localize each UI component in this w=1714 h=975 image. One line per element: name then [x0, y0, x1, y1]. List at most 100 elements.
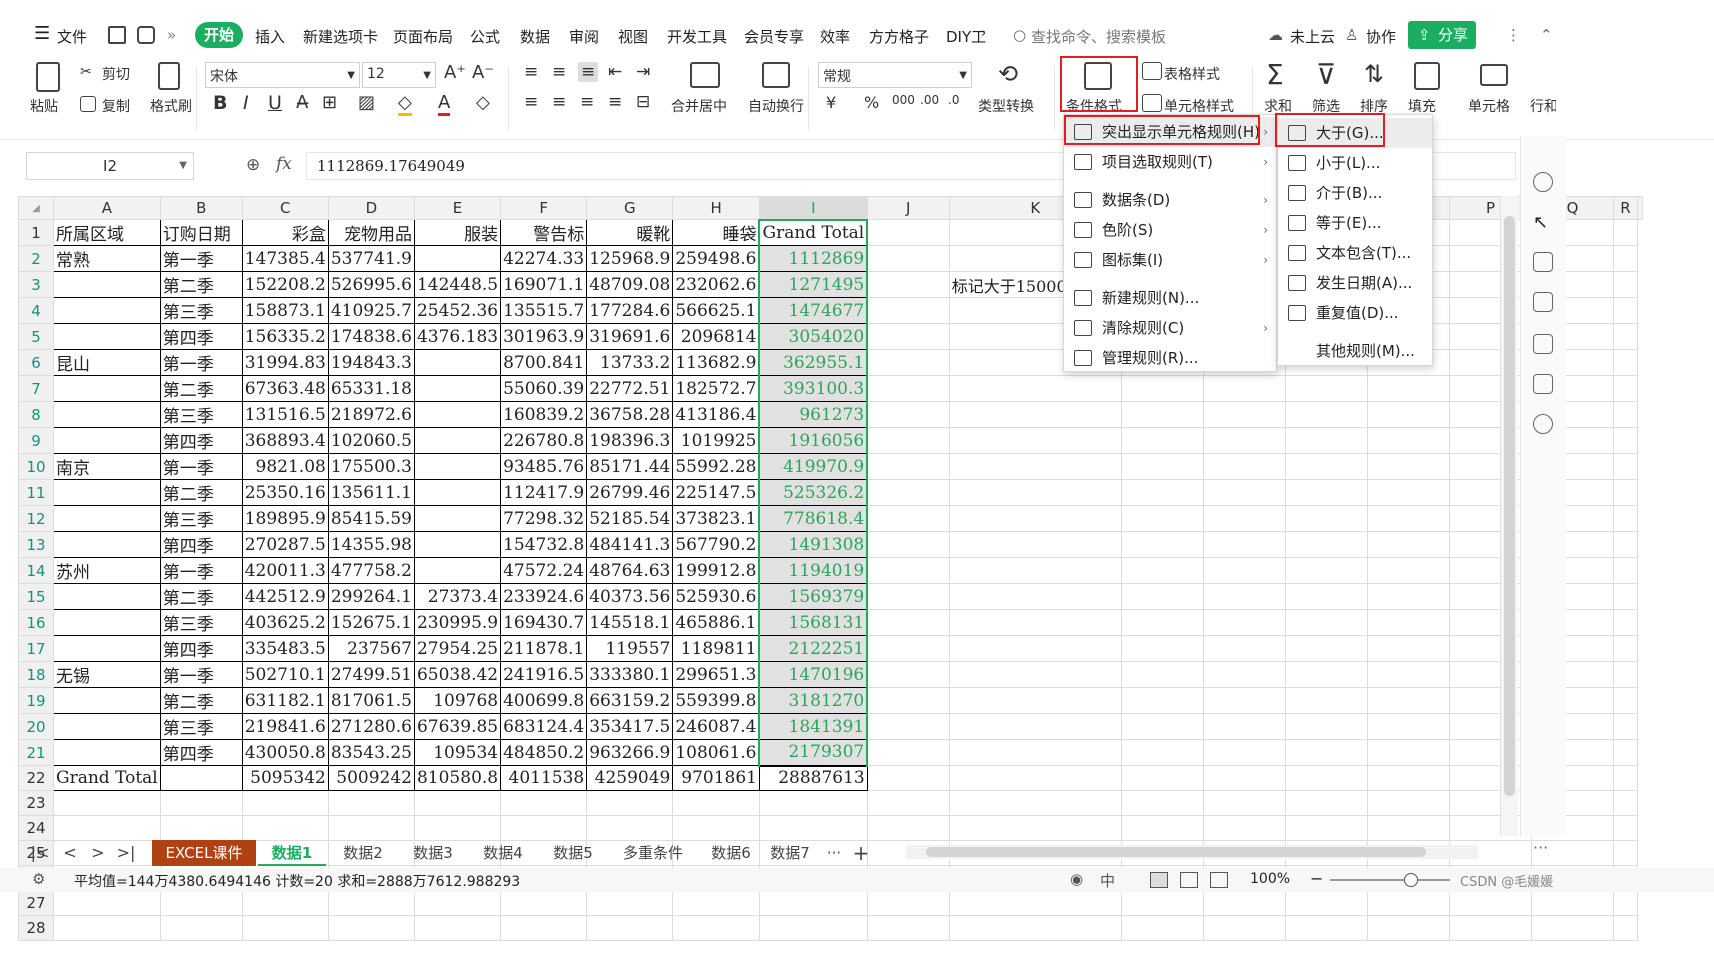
sheet-tab[interactable]: 多重条件 [612, 840, 694, 866]
cell[interactable] [1284, 713, 1368, 740]
cell[interactable]: 8700.841 [500, 349, 588, 376]
column-header[interactable]: D [327, 196, 415, 220]
vertical-scrollbar[interactable] [1500, 196, 1518, 836]
cell[interactable] [1284, 890, 1368, 916]
align-left-icon[interactable]: ≡ [524, 92, 538, 112]
cell[interactable] [1366, 531, 1450, 558]
cell[interactable]: 810580.8 [413, 765, 502, 791]
font-size-select[interactable]: 12 ▼ [362, 62, 436, 88]
cell[interactable]: 225147.5 [672, 479, 760, 506]
cell[interactable] [1366, 375, 1450, 402]
cell[interactable] [586, 915, 674, 941]
cell[interactable]: 第四季 [159, 635, 243, 662]
submenu-item[interactable]: 介于(B)... [1278, 178, 1432, 208]
cell[interactable] [866, 349, 950, 376]
cell[interactable] [866, 661, 950, 688]
cell[interactable]: 1271495 [758, 271, 869, 298]
cell[interactable] [866, 739, 950, 766]
merge-center-button[interactable]: 合并居中 [671, 96, 727, 116]
cell[interactable] [413, 401, 502, 428]
cell[interactable] [53, 890, 161, 916]
cut-icon[interactable]: ✂ [80, 64, 92, 80]
cell[interactable] [1284, 531, 1368, 558]
cell[interactable] [1366, 453, 1450, 480]
cell[interactable]: 48764.63 [586, 557, 674, 584]
compass-icon[interactable] [1533, 414, 1553, 434]
cell[interactable] [53, 401, 161, 428]
cell[interactable]: 230995.9 [413, 609, 502, 636]
cell[interactable] [1284, 739, 1368, 766]
cell[interactable] [866, 915, 950, 941]
cell[interactable] [866, 245, 950, 272]
sheet-tab[interactable]: EXCEL课件 [152, 840, 256, 866]
cell[interactable]: 85171.44 [586, 453, 674, 480]
settings-icon[interactable] [1533, 252, 1553, 272]
cell[interactable] [948, 505, 1122, 532]
scrollbar-thumb[interactable] [926, 847, 1426, 857]
cell[interactable] [1284, 453, 1368, 480]
cell[interactable] [413, 505, 502, 532]
tab-data[interactable]: 数据 [520, 26, 550, 47]
cell[interactable] [1120, 687, 1204, 714]
cell[interactable]: 1470196 [758, 661, 869, 688]
cursor-icon[interactable]: ↖ [1533, 212, 1553, 233]
row-header[interactable]: 21 [18, 739, 54, 766]
sheet-tab[interactable]: 数据6 [700, 840, 762, 866]
cell[interactable]: 3181270 [758, 687, 869, 714]
cell[interactable]: 第三季 [159, 713, 243, 740]
cell[interactable] [866, 505, 950, 532]
cell[interactable] [1120, 401, 1204, 428]
cell[interactable] [948, 583, 1122, 610]
cell[interactable]: 108061.6 [672, 739, 760, 766]
normal-view-icon[interactable] [1150, 872, 1168, 888]
more-sheets-icon[interactable]: ··· [824, 840, 844, 866]
tab-formula[interactable]: 公式 [470, 26, 500, 47]
cell[interactable]: 第四季 [159, 323, 243, 350]
cell[interactable]: 174838.6 [327, 323, 415, 350]
page-break-icon[interactable] [1210, 872, 1228, 888]
cell[interactable]: 154732.8 [500, 531, 588, 558]
tab-home[interactable]: 开始 [195, 22, 243, 48]
cell[interactable] [1202, 401, 1286, 428]
share-button[interactable]: ⇪ 分享 [1408, 21, 1476, 49]
cell[interactable]: 778618.4 [758, 505, 869, 532]
cell[interactable]: 1194019 [758, 557, 869, 584]
cell[interactable]: 219841.6 [241, 713, 329, 740]
cell[interactable]: 5095342 [241, 765, 329, 791]
cell[interactable]: 410925.7 [327, 297, 415, 324]
cell[interactable] [159, 915, 243, 941]
row-header[interactable]: 28 [18, 915, 54, 941]
cell[interactable] [1366, 790, 1450, 816]
image-icon[interactable] [1533, 334, 1553, 354]
paste-icon[interactable] [36, 62, 60, 92]
align-bottom-icon[interactable]: ≡ [578, 62, 599, 82]
cell[interactable] [1366, 609, 1450, 636]
zoom-slider[interactable] [1330, 879, 1450, 881]
cell[interactable]: 259498.6 [672, 245, 760, 272]
cell[interactable]: 彩盒 [241, 219, 329, 246]
cell[interactable] [327, 890, 415, 916]
cell[interactable]: 85415.59 [327, 505, 415, 532]
underline-button[interactable]: U [268, 92, 282, 114]
sum-icon[interactable]: Σ [1266, 58, 1284, 91]
cell[interactable] [327, 790, 415, 816]
cell[interactable] [413, 479, 502, 506]
cell[interactable]: 40373.56 [586, 583, 674, 610]
cell[interactable]: 465886.1 [672, 609, 760, 636]
cell[interactable] [1202, 505, 1286, 532]
cell[interactable]: 502710.1 [241, 661, 329, 688]
cell[interactable] [948, 531, 1122, 558]
distributed-icon[interactable]: ⊟ [636, 92, 650, 112]
cell[interactable]: 第二季 [159, 583, 243, 610]
last-sheet-icon[interactable]: >| [116, 840, 136, 866]
tab-ffgz[interactable]: 方方格子 [869, 26, 929, 47]
sheet-tab[interactable]: 数据4 [470, 840, 536, 866]
cell[interactable] [500, 790, 588, 816]
cell[interactable] [1284, 609, 1368, 636]
cell[interactable] [1530, 915, 1614, 941]
cell[interactable]: 135611.1 [327, 479, 415, 506]
cell[interactable] [1202, 890, 1286, 916]
bold-button[interactable]: B [213, 92, 227, 114]
cell[interactable]: 525326.2 [758, 479, 869, 506]
cell[interactable]: 警告标 [500, 219, 588, 246]
